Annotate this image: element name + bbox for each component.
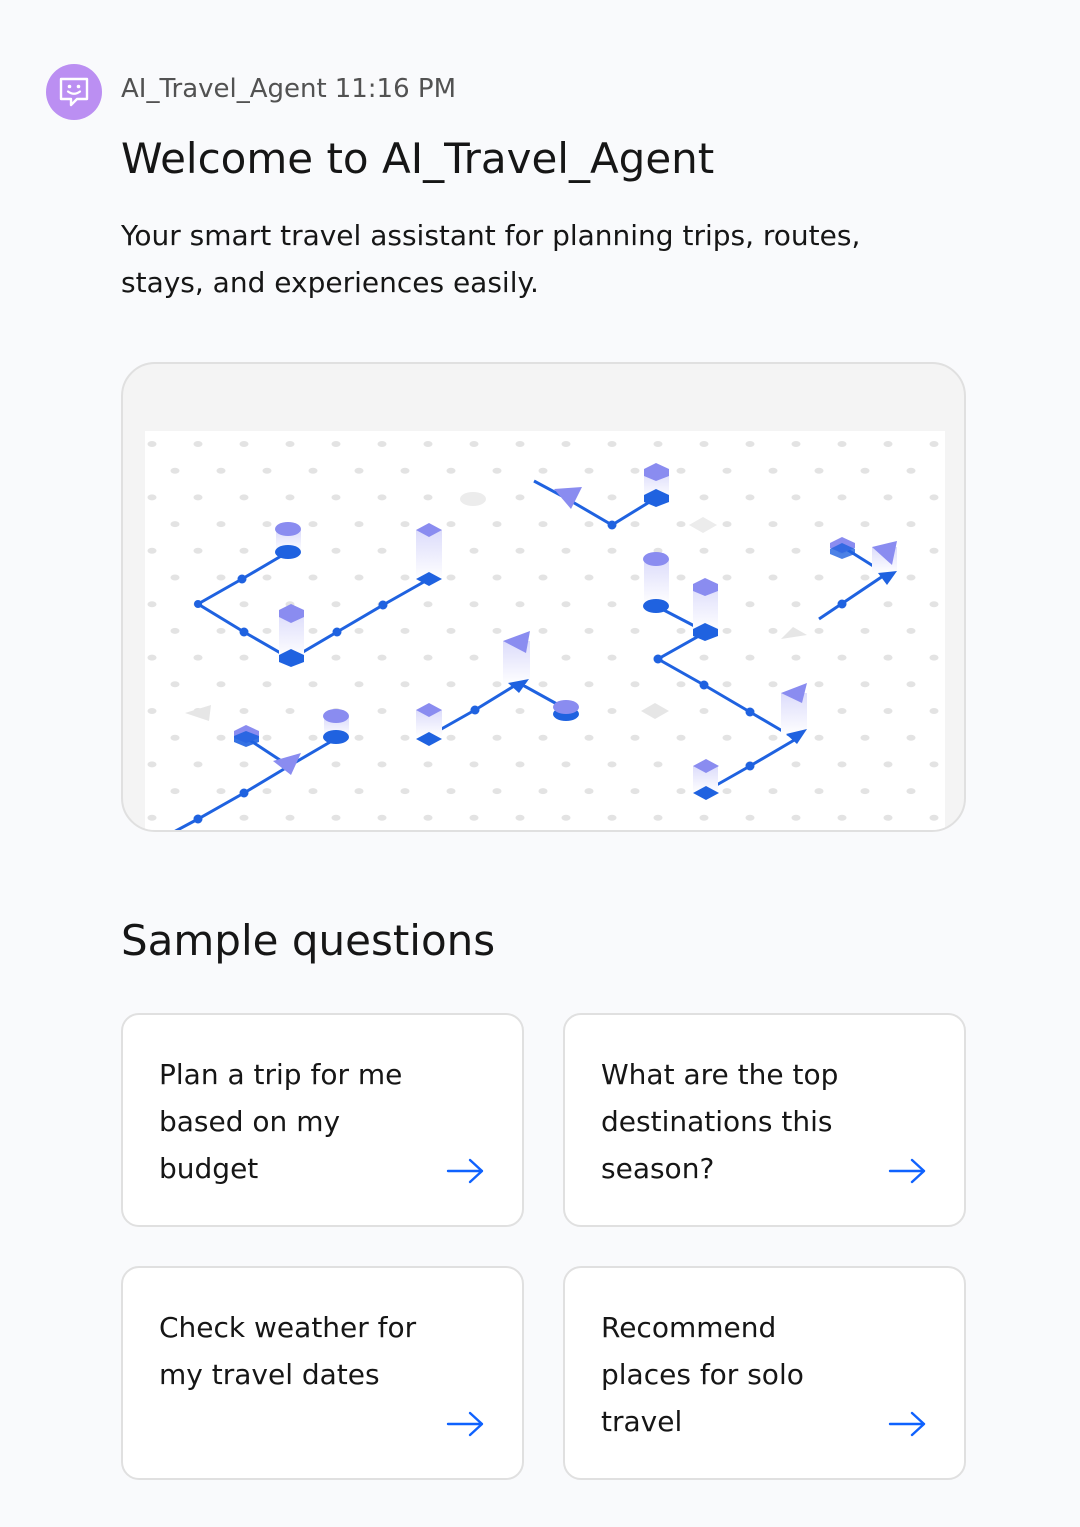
sender-name: AI_Travel_Agent xyxy=(121,74,327,104)
sample-question-text: Recommend places for solo travel xyxy=(601,1311,804,1438)
sample-question-card[interactable]: What are the top destinations this seaso… xyxy=(563,1013,966,1227)
arrow-right-icon xyxy=(888,1411,926,1437)
sample-question-text: Check weather for my travel dates xyxy=(159,1311,417,1391)
sample-question-card[interactable]: Plan a trip for me based on my budget xyxy=(121,1013,524,1227)
arrow-right-icon xyxy=(888,1158,926,1184)
sample-question-card[interactable]: Check weather for my travel dates xyxy=(121,1266,524,1480)
avatar xyxy=(46,64,102,120)
sample-questions-title: Sample questions xyxy=(121,916,496,965)
sample-question-text: What are the top destinations this seaso… xyxy=(601,1058,839,1185)
message-time: 11:16 PM xyxy=(334,74,457,104)
sample-question-card[interactable]: Recommend places for solo travel xyxy=(563,1266,966,1480)
hero-card xyxy=(121,362,966,832)
chat-bot-icon xyxy=(59,77,89,107)
isometric-route-map-illustration xyxy=(145,431,945,830)
arrow-right-icon xyxy=(446,1158,484,1184)
welcome-description: Your smart travel assistant for planning… xyxy=(121,219,861,299)
welcome-title: Welcome to AI_Travel_Agent xyxy=(121,134,715,183)
sample-question-text: Plan a trip for me based on my budget xyxy=(159,1058,403,1185)
message-header: AI_Travel_Agent 11:16 PM xyxy=(121,74,456,104)
arrow-right-icon xyxy=(446,1411,484,1437)
